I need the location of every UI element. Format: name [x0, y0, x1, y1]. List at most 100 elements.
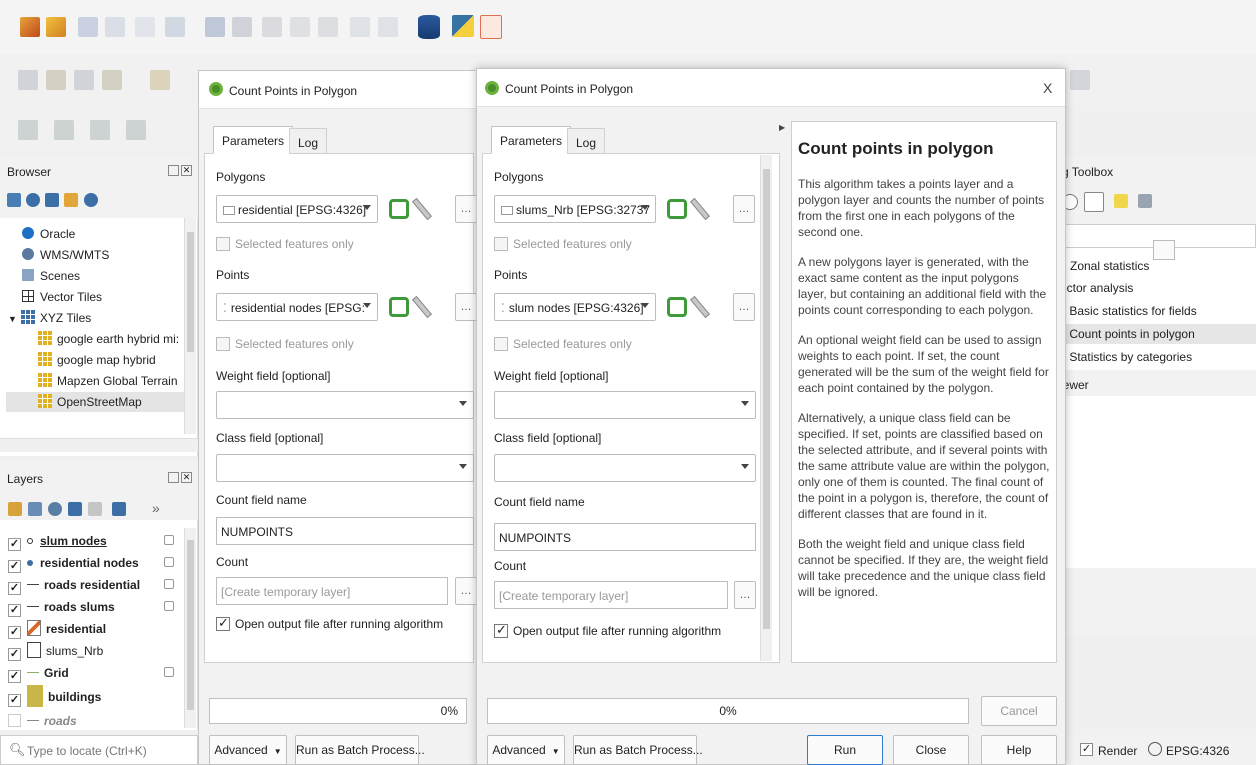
browser-item-vector-tiles[interactable]: Vector Tiles — [22, 287, 102, 307]
cancel-button[interactable]: Cancel — [981, 696, 1057, 726]
filter-icon[interactable] — [45, 193, 59, 207]
layer-visibility-checkbox[interactable] — [8, 714, 21, 727]
save-layer-icon[interactable] — [78, 17, 98, 37]
iterate-icon[interactable] — [389, 199, 409, 219]
label-tool-3-icon[interactable] — [90, 120, 110, 140]
add-group-icon[interactable] — [28, 502, 42, 516]
style-layer-icon[interactable] — [8, 502, 22, 516]
layer-slum-nodes[interactable]: ✓ slum nodes — [8, 530, 107, 552]
panel-close-icon[interactable]: ✕ — [181, 165, 192, 176]
crs-label[interactable]: EPSG:4326 — [1166, 744, 1229, 758]
layer-buildings[interactable]: ✓ buildings — [8, 684, 101, 710]
selected-only-checkbox-2[interactable] — [216, 337, 230, 351]
count-field-input[interactable]: NUMPOINTS — [494, 523, 756, 551]
browser-item-xyz-tiles[interactable]: ▼ XYZ Tiles — [8, 308, 91, 328]
toolbox-item-statistics-categories[interactable]: ⁞Statistics by categories — [1060, 347, 1192, 367]
digitize-tool-2-icon[interactable] — [46, 70, 66, 90]
vertex-tool-icon[interactable] — [165, 17, 185, 37]
points-browse-button[interactable]: … — [455, 293, 477, 321]
class-field-combo[interactable] — [494, 454, 756, 482]
points-combo[interactable]: ⁚ slum nodes [EPSG:4326] — [494, 293, 656, 321]
open-output-checkbox[interactable] — [216, 615, 230, 631]
add-line-icon[interactable] — [105, 17, 125, 37]
info-icon[interactable] — [84, 193, 98, 207]
expression-filter-icon[interactable] — [88, 502, 102, 516]
parameters-scrollbar[interactable] — [760, 155, 772, 661]
layer-visibility-checkbox[interactable]: ✓ — [8, 604, 21, 617]
toolbox-item-zonal-statistics[interactable]: ⁑Zonal statistics — [1060, 256, 1149, 276]
weight-field-combo[interactable] — [494, 391, 756, 419]
more-tools-icon[interactable]: » — [152, 500, 160, 516]
browser-item-wms[interactable]: WMS/WMTS — [22, 245, 109, 265]
layer-slums-nrb[interactable]: ✓ slums_Nrb — [8, 640, 103, 662]
add-selected-layers-icon[interactable] — [7, 193, 21, 207]
filter-legend-icon[interactable] — [68, 502, 82, 516]
tab-log[interactable]: Log — [289, 128, 328, 154]
layer-roads-residential[interactable]: ✓ roads residential — [8, 574, 140, 596]
iterate-icon[interactable] — [667, 297, 687, 317]
run-batch-button[interactable]: Run as Batch Process... — [573, 735, 703, 765]
browser-item-google-map[interactable]: google map hybrid — [38, 350, 156, 370]
count-field-input[interactable]: NUMPOINTS — [216, 517, 474, 545]
panel-float-icon[interactable] — [168, 472, 179, 483]
python-console-icon[interactable] — [452, 15, 474, 37]
tab-log[interactable]: Log — [567, 128, 606, 154]
expand-arrow-icon[interactable]: ▼ — [8, 314, 17, 324]
polygons-combo[interactable]: residential [EPSG:4326] — [216, 195, 378, 223]
tab-parameters[interactable]: Parameters — [213, 126, 294, 154]
layer-visibility-checkbox[interactable]: ✓ — [8, 648, 21, 661]
digitize-tool-1-icon[interactable] — [18, 70, 38, 90]
tab-parameters[interactable]: Parameters — [491, 126, 572, 154]
eye-icon[interactable] — [48, 502, 62, 516]
label-tool-4-icon[interactable] — [126, 120, 146, 140]
digitize-tool-3-icon[interactable] — [74, 70, 94, 90]
panel-close-icon[interactable]: ✕ — [181, 472, 192, 483]
graph-plot-icon[interactable] — [480, 15, 502, 39]
browser-hscrollbar[interactable] — [0, 438, 198, 452]
paste-features-icon[interactable] — [318, 17, 338, 37]
toolbox-item-count-points[interactable]: ⁞Count points in polygon — [1058, 324, 1256, 344]
run-button[interactable]: Run — [807, 735, 883, 765]
count-output-browse-button[interactable]: … — [455, 577, 477, 605]
close-button[interactable]: Close — [893, 735, 969, 765]
snapping-icon[interactable] — [1070, 70, 1090, 90]
browser-item-openstreetmap[interactable]: OpenStreetMap — [6, 392, 192, 412]
label-tool-1-icon[interactable] — [18, 120, 38, 140]
iterate-icon[interactable] — [667, 199, 687, 219]
layer-roads[interactable]: roads — [8, 710, 77, 732]
refresh-icon[interactable] — [26, 193, 40, 207]
layer-visibility-checkbox[interactable]: ✓ — [8, 670, 21, 683]
digitize-pencil-icon[interactable] — [20, 17, 40, 37]
results-icon[interactable] — [1084, 192, 1104, 212]
iterate-icon[interactable] — [389, 297, 409, 317]
points-combo[interactable]: ⁚ residential nodes [EPSG: — [216, 293, 378, 321]
polygons-browse-button[interactable]: … — [733, 195, 755, 223]
polygons-browse-button[interactable]: … — [455, 195, 477, 223]
digitize-tool-5-icon[interactable] — [150, 70, 170, 90]
weight-field-combo[interactable] — [216, 391, 474, 419]
edit-pencil-icon[interactable] — [46, 17, 66, 37]
add-point-icon[interactable] — [135, 17, 155, 37]
layers-scrollbar[interactable] — [184, 528, 196, 728]
count-output-input[interactable]: [Create temporary layer] — [494, 581, 728, 609]
points-browse-button[interactable]: … — [733, 293, 755, 321]
run-batch-button[interactable]: Run as Batch Process... — [295, 735, 425, 765]
edit-rendering-icon[interactable] — [1114, 194, 1128, 208]
collapse-all-icon[interactable] — [64, 193, 78, 207]
layer-residential[interactable]: ✓ residential — [8, 618, 106, 640]
browser-scrollbar[interactable] — [184, 218, 196, 434]
selected-only-checkbox[interactable] — [216, 237, 230, 251]
expand-all-icon[interactable] — [112, 502, 126, 516]
layer-visibility-checkbox[interactable]: ✓ — [8, 538, 21, 551]
browser-item-mapzen[interactable]: Mapzen Global Terrain — [38, 371, 178, 391]
modify-attributes-icon[interactable] — [205, 17, 225, 37]
toolbox-item-basic-statistics[interactable]: ⁞Basic statistics for fields — [1060, 301, 1197, 321]
count-output-input[interactable]: [Create temporary layer] — [216, 577, 448, 605]
crs-globe-icon[interactable] — [1148, 742, 1162, 756]
locator-bar[interactable]: 🔍︎ Type to locate (Ctrl+K) — [0, 735, 198, 765]
selected-only-checkbox[interactable] — [494, 237, 508, 251]
render-checkbox[interactable]: ✓ — [1080, 743, 1093, 756]
help-button[interactable]: Help — [981, 735, 1057, 765]
class-field-combo[interactable] — [216, 454, 474, 482]
layer-roads-slums[interactable]: ✓ roads slums — [8, 596, 115, 618]
